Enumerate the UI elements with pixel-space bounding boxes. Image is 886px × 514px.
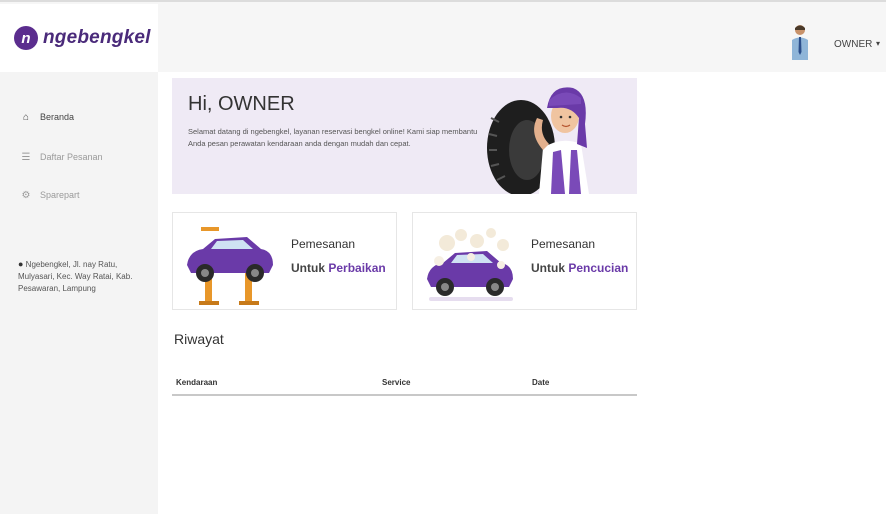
sidebar-item-sparepart[interactable]: ⚙ Sparepart	[20, 189, 80, 201]
riwayat-table-header: Kendaraan Service Date	[172, 370, 637, 396]
column-header-date[interactable]: Date	[532, 378, 549, 387]
address-block: ● Ngebengkel, Jl. nay Ratu, Mulyasari, K…	[18, 258, 153, 295]
brand-mark-icon: n	[14, 26, 38, 50]
column-header-kendaraan[interactable]: Kendaraan	[176, 378, 217, 387]
brand-name: ngebengkel	[43, 27, 151, 48]
map-pin-icon: ●	[18, 259, 24, 269]
welcome-title: Hi, OWNER	[188, 93, 295, 115]
sidebar-item-label: Beranda	[40, 112, 75, 122]
sidebar: ⌂ Beranda ☰ Daftar Pesanan ⚙ Sparepart ●…	[0, 72, 158, 514]
chevron-down-icon[interactable]: ▾	[876, 39, 880, 48]
card-subtitle-accent: Pencucian	[568, 261, 629, 275]
home-icon: ⌂	[22, 111, 30, 123]
welcome-banner: Hi, OWNER Selamat datang di ngebengkel, …	[172, 78, 637, 194]
card-subtitle-prefix: Untuk	[291, 261, 329, 275]
car-lift-illustration	[187, 227, 273, 305]
list-icon: ☰	[21, 151, 31, 163]
sparepart-icon: ⚙	[21, 189, 31, 201]
card-title: Pemesanan	[291, 237, 356, 251]
user-avatar[interactable]	[789, 24, 811, 60]
card-subtitle: Untuk Pencucian	[531, 261, 628, 275]
address-text: Ngebengkel, Jl. nay Ratu, Mulyasari, Kec…	[18, 260, 133, 293]
card-title: Pemesanan	[531, 237, 596, 251]
card-subtitle-prefix: Untuk	[531, 261, 569, 275]
sidebar-item-label: Daftar Pesanan	[40, 152, 103, 162]
user-name[interactable]: OWNER	[834, 39, 872, 50]
car-wash-illustration	[427, 228, 513, 301]
card-subtitle: Untuk Perbaikan	[291, 261, 386, 275]
brand-logo[interactable]: n ngebengkel	[0, 4, 158, 72]
card-pemesanan-pencucian[interactable]: Pemesanan Untuk Pencucian	[412, 212, 637, 310]
sidebar-item-daftar-pesanan[interactable]: ☰ Daftar Pesanan	[20, 151, 103, 163]
top-navbar: n ngebengkel OWNER ▾	[0, 0, 886, 72]
welcome-text: Selamat datang di ngebengkel, layanan re…	[188, 127, 478, 148]
mechanic-with-tire-illustration	[487, 87, 589, 194]
sidebar-item-label: Sparepart	[40, 190, 80, 200]
card-pemesanan-perbaikan[interactable]: Pemesanan Untuk Perbaikan	[172, 212, 397, 310]
column-header-service[interactable]: Service	[382, 378, 410, 387]
riwayat-title: Riwayat	[174, 331, 224, 347]
card-subtitle-accent: Perbaikan	[328, 261, 386, 275]
sidebar-item-beranda[interactable]: ⌂ Beranda	[20, 111, 75, 123]
